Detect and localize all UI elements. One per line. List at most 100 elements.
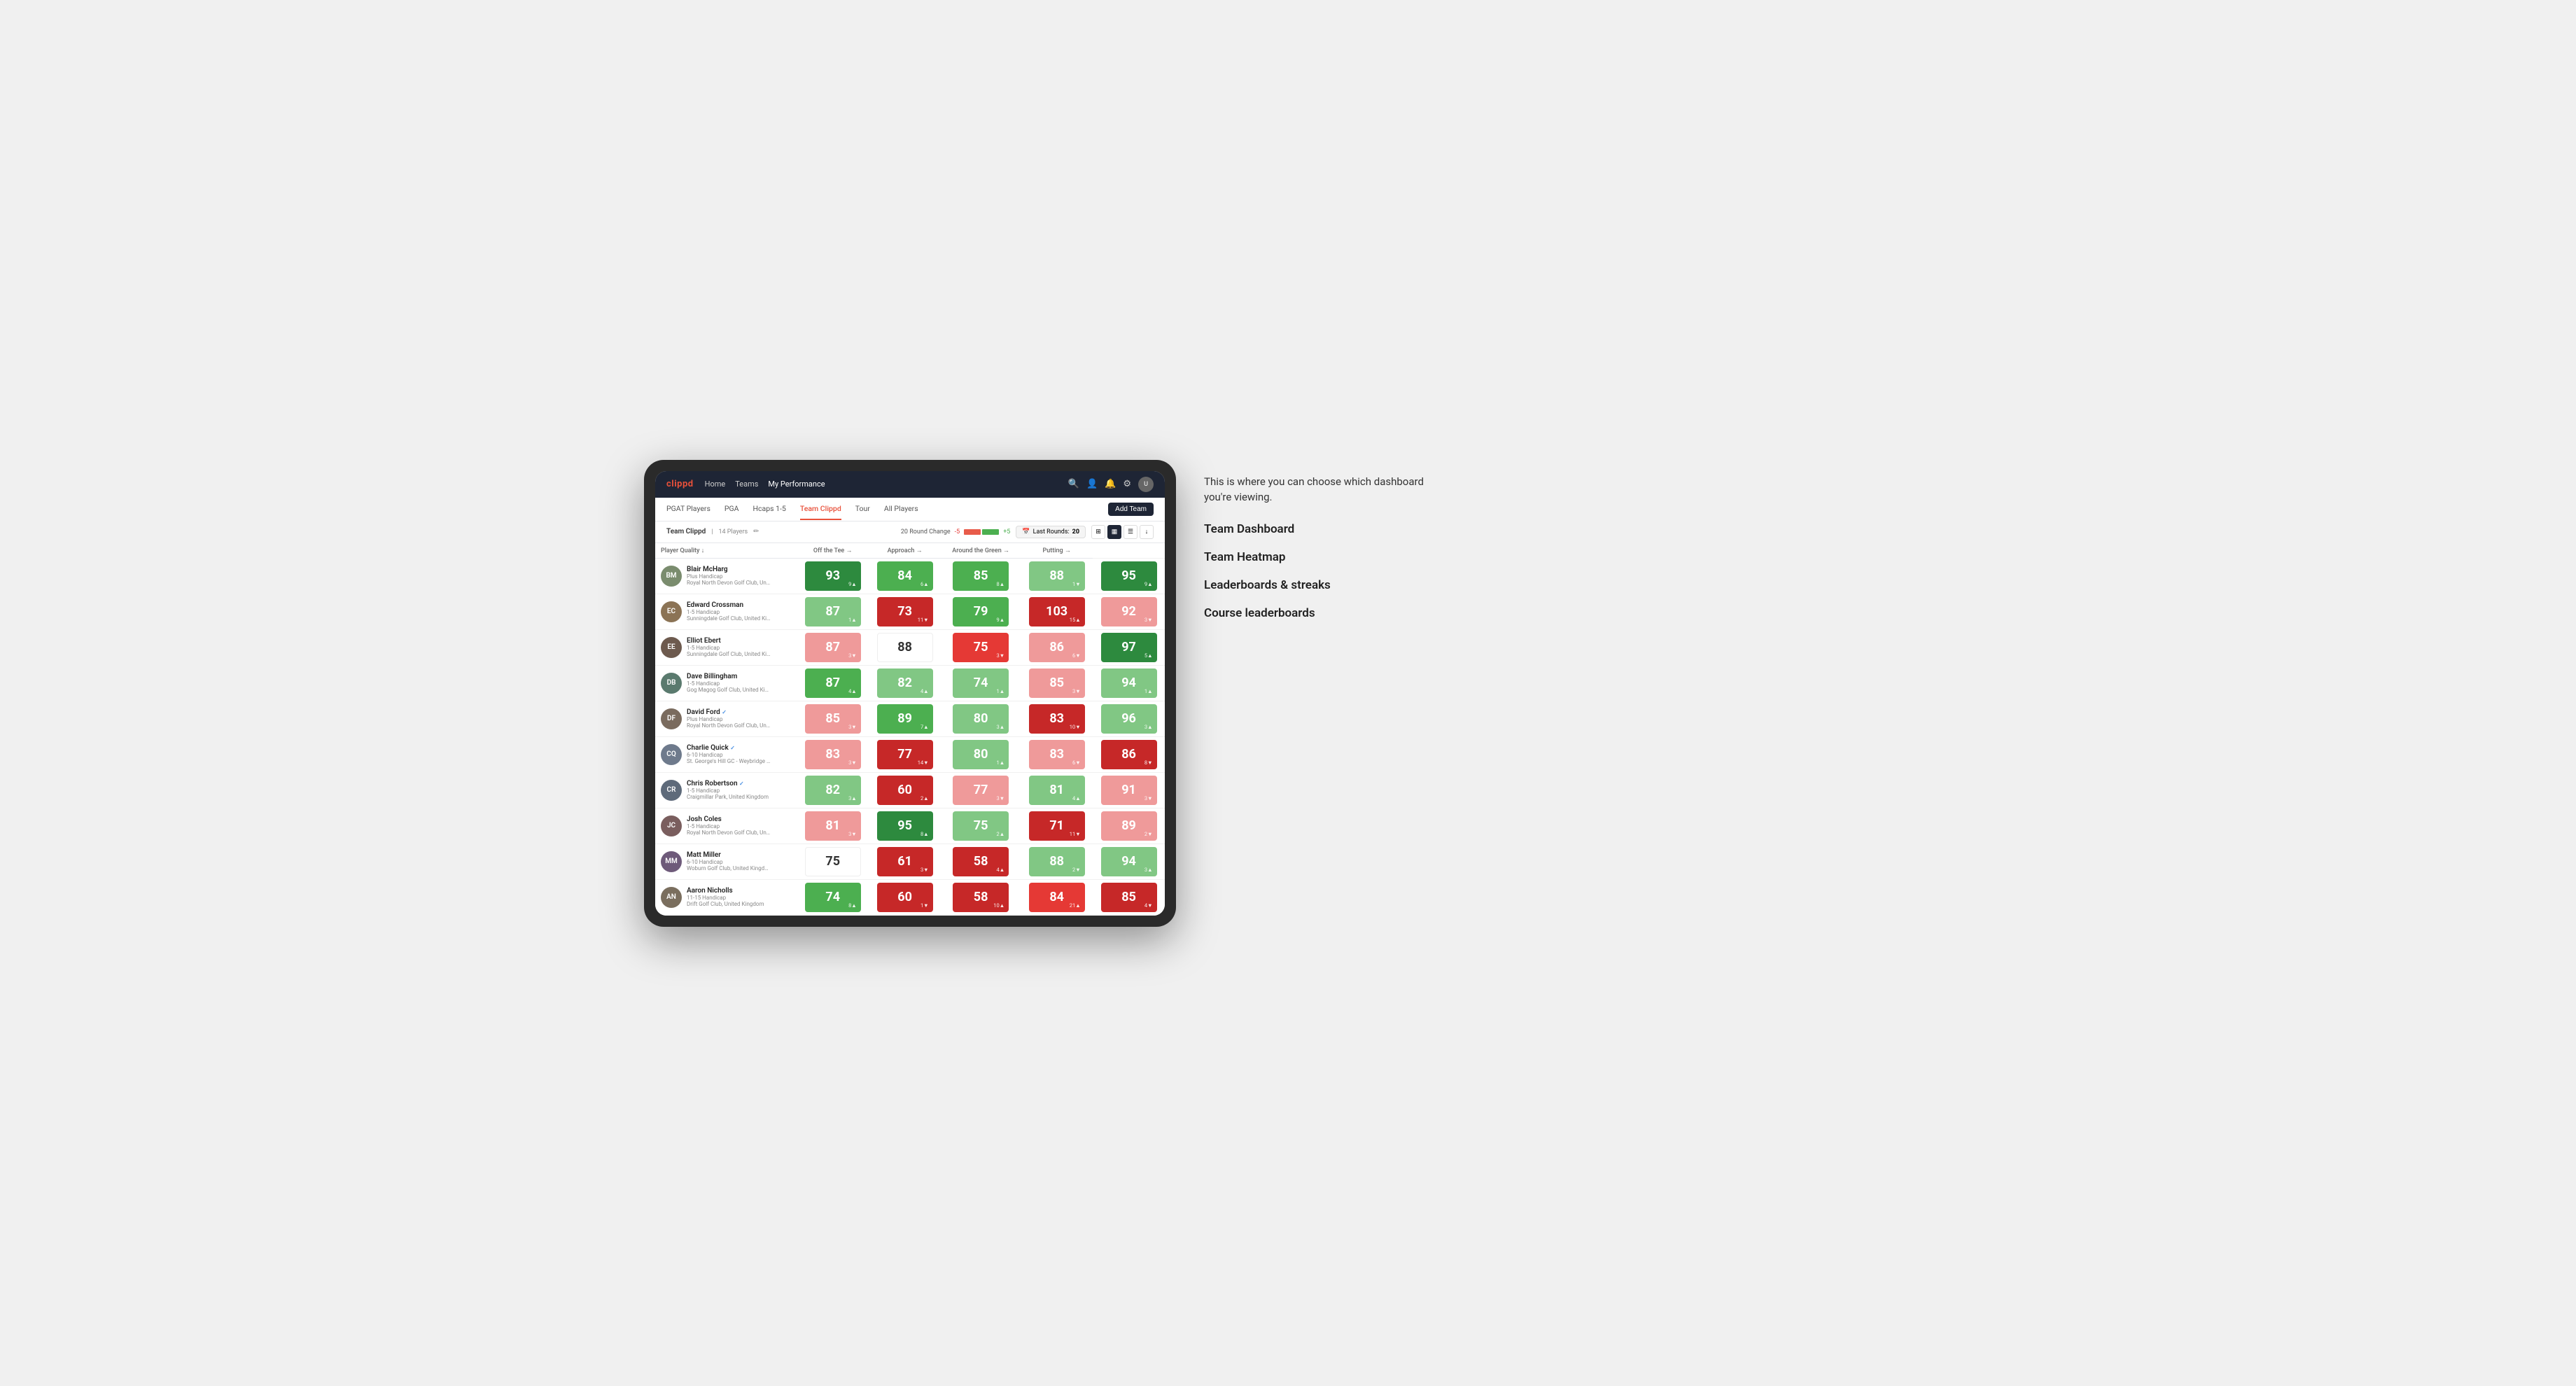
score-delta: 4▲ xyxy=(996,867,1004,873)
score-delta: 8▼ xyxy=(1144,760,1153,766)
player-info: Elliot Ebert 1-5 Handicap Sunningdale Go… xyxy=(687,637,791,657)
score-delta: 3▼ xyxy=(996,795,1004,802)
score-cell: 73 11▼ xyxy=(869,594,941,629)
table-row[interactable]: MM Matt Miller 6-10 Handicap Woburn Golf… xyxy=(655,844,1165,879)
score-box: 93 9▲ xyxy=(805,561,861,591)
score-delta: 9▲ xyxy=(848,581,857,587)
table-row[interactable]: DB Dave Billingham 1-5 Handicap Gog Mago… xyxy=(655,665,1165,701)
score-value: 86 xyxy=(1121,748,1136,761)
table-row[interactable]: EE Elliot Ebert 1-5 Handicap Sunningdale… xyxy=(655,629,1165,665)
tab-pgat-players[interactable]: PGAT Players xyxy=(666,498,710,520)
score-value: 58 xyxy=(974,855,988,868)
score-box: 89 2▼ xyxy=(1101,811,1157,841)
add-team-button[interactable]: Add Team xyxy=(1108,503,1154,516)
nav-link-teams[interactable]: Teams xyxy=(735,478,758,490)
last-rounds-button[interactable]: 📅 Last Rounds: 20 xyxy=(1016,526,1086,538)
score-box: 85 3▼ xyxy=(1029,668,1085,698)
score-cell: 77 14▼ xyxy=(869,736,941,772)
player-name: Elliot Ebert xyxy=(687,637,791,645)
player-avatar: AN xyxy=(661,887,682,908)
search-icon[interactable]: 🔍 xyxy=(1068,479,1079,489)
player-avatar: BM xyxy=(661,566,682,587)
avatar[interactable]: U xyxy=(1138,477,1154,492)
bell-icon[interactable]: 🔔 xyxy=(1105,479,1116,489)
table-row[interactable]: JC Josh Coles 1-5 Handicap Royal North D… xyxy=(655,808,1165,844)
score-box: 86 8▼ xyxy=(1101,740,1157,769)
user-icon[interactable]: 👤 xyxy=(1086,479,1098,489)
score-delta: 3▲ xyxy=(996,724,1004,730)
score-value: 81 xyxy=(1049,784,1064,797)
score-value: 61 xyxy=(897,855,912,868)
score-cell: 74 1▲ xyxy=(941,665,1021,701)
settings-icon[interactable]: ⚙ xyxy=(1123,479,1131,489)
player-handicap: 1-5 Handicap xyxy=(687,645,771,651)
score-cell: 81 4▲ xyxy=(1021,772,1093,808)
heatmap-view-button[interactable]: ▦ xyxy=(1107,525,1121,539)
nav-link-my-performance[interactable]: My Performance xyxy=(768,478,825,490)
score-cell: 61 3▼ xyxy=(869,844,941,879)
score-box: 75 2▲ xyxy=(953,811,1009,841)
player-cell: CR Chris Robertson ✓ 1-5 Handicap Craigm… xyxy=(655,776,797,804)
table-row[interactable]: CQ Charlie Quick ✓ 6-10 Handicap St. Geo… xyxy=(655,736,1165,772)
table-row[interactable]: CR Chris Robertson ✓ 1-5 Handicap Craigm… xyxy=(655,772,1165,808)
col-header-player[interactable]: Player Quality ↓ xyxy=(655,543,797,559)
tab-hcaps[interactable]: Hcaps 1-5 xyxy=(753,498,786,520)
list-view-button[interactable]: ☰ xyxy=(1124,525,1138,539)
score-delta: 4▲ xyxy=(920,688,929,694)
nav-icons: 🔍 👤 🔔 ⚙ U xyxy=(1068,477,1154,492)
player-avatar: EC xyxy=(661,601,682,622)
col-header-around-green[interactable]: Around the Green → xyxy=(941,543,1021,559)
score-value: 96 xyxy=(1121,713,1136,725)
player-club: Sunningdale Golf Club, United Kingdom xyxy=(687,651,771,657)
score-value: 89 xyxy=(897,713,912,725)
tab-team-clippd[interactable]: Team Clippd xyxy=(800,498,841,520)
score-box: 58 10▲ xyxy=(953,883,1009,912)
score-delta: 1▲ xyxy=(996,688,1004,694)
col-header-putting[interactable]: Putting → xyxy=(1021,543,1093,559)
table-row[interactable]: AN Aaron Nicholls 11-15 Handicap Drift G… xyxy=(655,879,1165,915)
score-delta: 1▼ xyxy=(920,902,929,909)
player-avatar: MM xyxy=(661,851,682,872)
tab-tour[interactable]: Tour xyxy=(855,498,870,520)
score-box: 83 3▼ xyxy=(805,740,861,769)
score-cell: 80 3▲ xyxy=(941,701,1021,736)
score-value: 88 xyxy=(897,641,912,654)
player-avatar: EE xyxy=(661,637,682,658)
score-box: 58 4▲ xyxy=(953,847,1009,876)
nav-bar: clippd Home Teams My Performance 🔍 👤 🔔 ⚙… xyxy=(655,471,1165,498)
tab-all-players[interactable]: All Players xyxy=(884,498,918,520)
col-header-off-tee[interactable]: Off the Tee → xyxy=(797,543,869,559)
nav-link-home[interactable]: Home xyxy=(705,478,726,490)
score-value: 81 xyxy=(825,820,840,832)
table-row[interactable]: EC Edward Crossman 1-5 Handicap Sunningd… xyxy=(655,594,1165,629)
player-name: Aaron Nicholls xyxy=(687,887,791,895)
score-cell: 85 8▲ xyxy=(941,558,1021,594)
score-delta: 3▼ xyxy=(1144,795,1153,802)
score-delta: 21▲ xyxy=(1070,902,1081,909)
score-value: 77 xyxy=(897,748,912,761)
score-box: 61 3▼ xyxy=(877,847,933,876)
player-info: David Ford ✓ Plus Handicap Royal North D… xyxy=(687,708,791,729)
grid-view-button[interactable]: ⊞ xyxy=(1091,525,1105,539)
score-delta: 6▼ xyxy=(1072,760,1081,766)
score-delta: 2▲ xyxy=(920,795,929,802)
col-header-approach[interactable]: Approach → xyxy=(869,543,941,559)
player-cell: CQ Charlie Quick ✓ 6-10 Handicap St. Geo… xyxy=(655,741,797,769)
score-value: 82 xyxy=(825,784,840,797)
score-box: 91 3▼ xyxy=(1101,776,1157,805)
player-avatar: JC xyxy=(661,816,682,836)
score-cell: 92 3▼ xyxy=(1093,594,1165,629)
score-cell: 71 11▼ xyxy=(1021,808,1093,844)
edit-icon[interactable]: ✏ xyxy=(753,528,759,536)
score-value: 88 xyxy=(1049,855,1064,868)
score-box: 88 xyxy=(877,633,933,662)
download-button[interactable]: ↓ xyxy=(1140,525,1154,539)
tab-pga[interactable]: PGA xyxy=(724,498,739,520)
score-cell: 83 6▼ xyxy=(1021,736,1093,772)
table-row[interactable]: BM Blair McHarg Plus Handicap Royal Nort… xyxy=(655,558,1165,594)
table-row[interactable]: DF David Ford ✓ Plus Handicap Royal Nort… xyxy=(655,701,1165,736)
score-delta: 3▼ xyxy=(1072,688,1081,694)
annotation-item: Team Heatmap xyxy=(1204,550,1428,564)
score-delta: 3▲ xyxy=(1144,724,1153,730)
score-cell: 77 3▼ xyxy=(941,772,1021,808)
